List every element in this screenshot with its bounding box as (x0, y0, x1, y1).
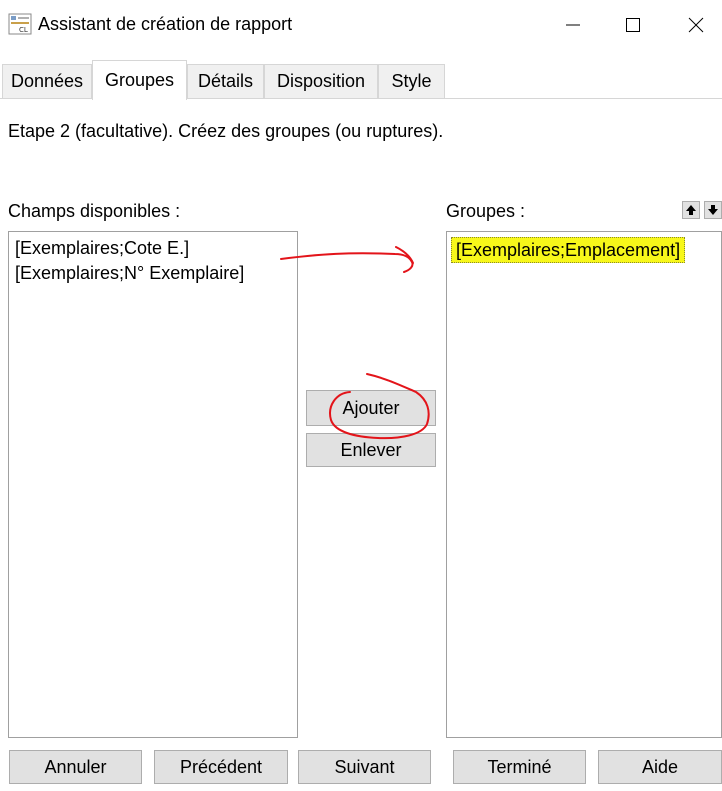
close-button[interactable] (670, 0, 722, 50)
tab-style[interactable]: Style (378, 64, 445, 98)
arrow-down-icon (708, 205, 718, 215)
maximize-button[interactable] (598, 0, 668, 50)
annotation-arrow (280, 246, 414, 273)
next-button[interactable]: Suivant (298, 750, 431, 784)
step-instruction: Etape 2 (facultative). Créez des groupes… (8, 121, 444, 141)
move-up-button[interactable] (682, 201, 700, 219)
report-wizard-icon: CL (8, 13, 32, 35)
arrow-up-icon (686, 205, 696, 215)
list-item[interactable]: [Exemplaires;Cote E.] (15, 237, 189, 259)
list-item[interactable]: [Exemplaires;Emplacement] (451, 237, 686, 263)
available-fields-label: Champs disponibles : (8, 201, 181, 221)
title-bar: CL Assistant de création de rapport (0, 0, 722, 50)
add-button[interactable]: Ajouter (306, 390, 436, 426)
cancel-button[interactable]: Annuler (9, 750, 142, 784)
help-button[interactable]: Aide (598, 750, 722, 784)
previous-button[interactable]: Précédent (154, 750, 288, 784)
maximize-icon (626, 18, 640, 32)
move-down-button[interactable] (704, 201, 722, 219)
tab-donnees[interactable]: Données (2, 64, 92, 98)
list-item[interactable]: [Exemplaires;N° Exemplaire] (15, 262, 244, 284)
minimize-icon (566, 24, 580, 26)
tab-disposition[interactable]: Disposition (264, 64, 378, 98)
finish-button[interactable]: Terminé (453, 750, 586, 784)
groups-list[interactable]: [Exemplaires;Emplacement] (446, 231, 722, 738)
tab-details[interactable]: Détails (187, 64, 264, 98)
remove-button[interactable]: Enlever (306, 433, 436, 467)
svg-text:CL: CL (19, 26, 28, 34)
window-title: Assistant de création de rapport (38, 14, 293, 34)
close-icon (688, 17, 704, 33)
available-fields-list[interactable]: [Exemplaires;Cote E.] [Exemplaires;N° Ex… (8, 231, 298, 738)
tab-groupes[interactable]: Groupes (92, 60, 187, 100)
groups-label: Groupes : (446, 201, 526, 221)
